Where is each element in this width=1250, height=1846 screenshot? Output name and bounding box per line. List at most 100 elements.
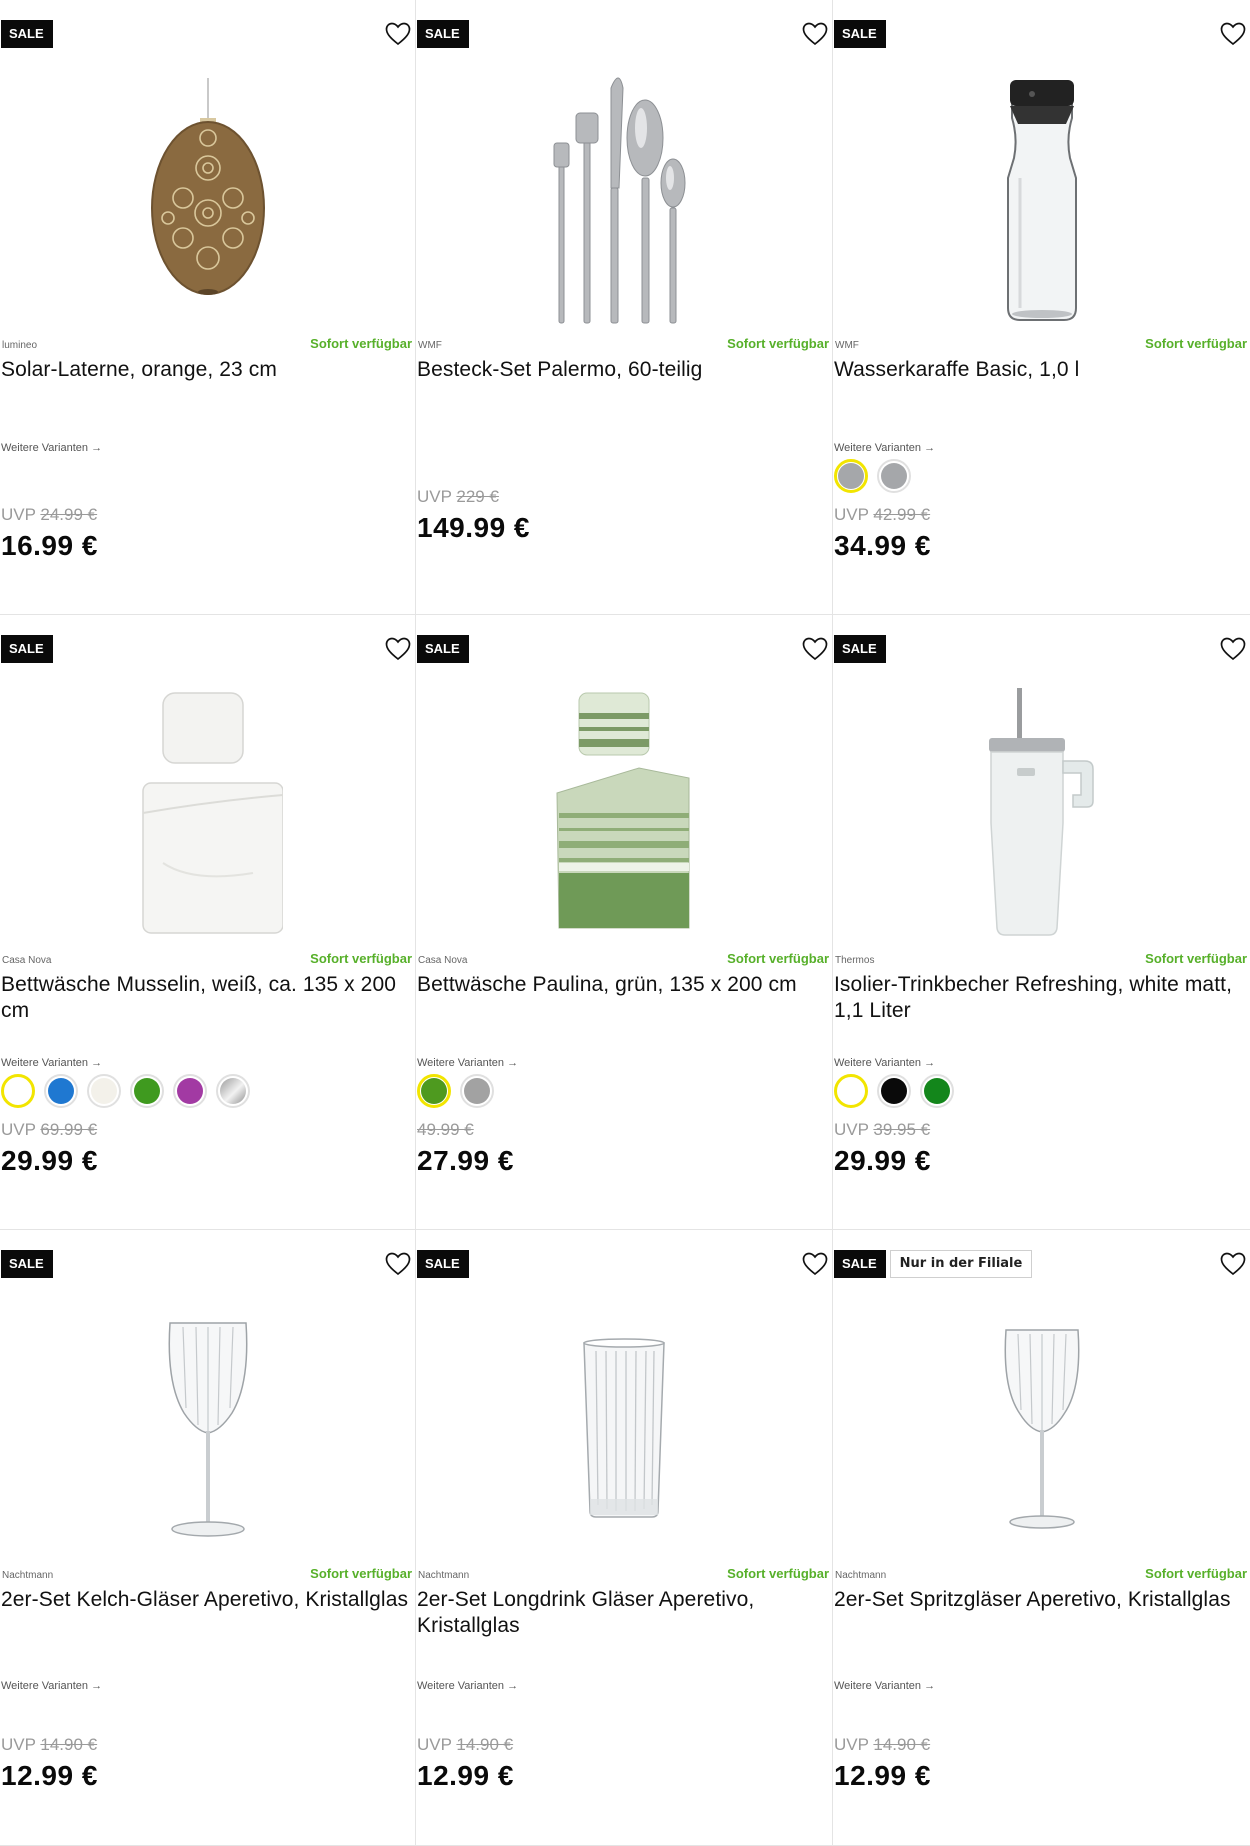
uvp-price: UVP 229 €	[417, 487, 499, 506]
heart-icon[interactable]	[1218, 19, 1248, 49]
color-swatch[interactable]	[877, 459, 911, 493]
availability-label: Sofort verfügbar	[727, 336, 829, 351]
product-title[interactable]: Wasserkaraffe Basic, 1,0 l	[834, 357, 1246, 383]
color-swatch[interactable]	[44, 1074, 78, 1108]
store-only-badge: Nur in der Filiale	[889, 1250, 1033, 1278]
old-price: 42.99 €	[873, 505, 931, 524]
more-variants-link[interactable]: Weitere Varianten →	[417, 1680, 518, 1692]
color-swatch[interactable]	[1, 1074, 35, 1108]
heart-icon[interactable]	[1218, 1249, 1248, 1279]
product-card[interactable]: SALE WMF Sofort verfügbar Wasserkaraffe …	[833, 0, 1250, 615]
product-image[interactable]	[833, 60, 1250, 335]
uvp-price: UVP 69.99 €	[1, 1120, 98, 1139]
color-swatch[interactable]	[417, 1074, 451, 1108]
product-image[interactable]	[0, 675, 415, 950]
uvp-price: UVP 14.90 €	[834, 1735, 931, 1754]
product-title[interactable]: Isolier-Trinkbecher Refreshing, white ma…	[834, 972, 1246, 1024]
heart-icon[interactable]	[800, 634, 830, 664]
brand-label: Nachtmann	[835, 1570, 887, 1581]
product-title[interactable]: Besteck-Set Palermo, 60-teilig	[417, 357, 828, 383]
product-card[interactable]: SALE Nachtmann Sofort verfügbar 2er-Set …	[416, 1230, 833, 1846]
old-price: 49.99 €	[417, 1120, 474, 1139]
color-swatch[interactable]	[130, 1074, 164, 1108]
brand-label: Thermos	[835, 955, 875, 966]
current-price: 12.99 €	[834, 1760, 931, 1791]
brand-label: Casa Nova	[418, 955, 468, 966]
product-title[interactable]: 2er-Set Kelch-Gläser Aperetivo, Kristall…	[1, 1587, 411, 1613]
color-swatches	[417, 1074, 494, 1108]
color-swatch[interactable]	[216, 1074, 250, 1108]
product-card[interactable]: SALE Thermos Sofort verfügbar Isolier-Tr…	[833, 615, 1250, 1230]
sale-badge: SALE	[1, 1250, 53, 1278]
availability-label: Sofort verfügbar	[727, 1566, 829, 1581]
product-image[interactable]	[416, 1290, 832, 1565]
product-card[interactable]: SALE Nur in der Filiale Nachtmann Sofort…	[833, 1230, 1250, 1846]
badges: SALE	[834, 20, 886, 48]
sale-badge: SALE	[1, 20, 53, 48]
more-variants-link[interactable]: Weitere Varianten →	[834, 442, 935, 454]
sale-badge: SALE	[417, 1250, 469, 1278]
product-title[interactable]: Solar-Laterne, orange, 23 cm	[1, 357, 411, 383]
uvp-price: UVP 24.99 €	[1, 505, 98, 524]
color-swatch[interactable]	[173, 1074, 207, 1108]
heart-icon[interactable]	[800, 19, 830, 49]
heart-icon[interactable]	[800, 1249, 830, 1279]
product-image[interactable]	[0, 1290, 415, 1565]
more-variants-link[interactable]: Weitere Varianten →	[1, 1680, 102, 1692]
availability-label: Sofort verfügbar	[1145, 951, 1247, 966]
color-swatch[interactable]	[834, 459, 868, 493]
product-image[interactable]	[833, 675, 1250, 950]
product-title[interactable]: 2er-Set Spritzgläser Aperetivo, Kristall…	[834, 1587, 1246, 1613]
product-image[interactable]	[416, 675, 832, 950]
heart-icon[interactable]	[383, 634, 413, 664]
current-price: 29.99 €	[1, 1145, 98, 1176]
heart-icon[interactable]	[383, 1249, 413, 1279]
sale-badge: SALE	[834, 635, 886, 663]
brand-label: lumineo	[2, 340, 38, 351]
more-variants-link[interactable]: Weitere Varianten →	[1, 1057, 102, 1069]
more-variants-link[interactable]: Weitere Varianten →	[834, 1057, 935, 1069]
product-title[interactable]: Bettwäsche Paulina, grün, 135 x 200 cm	[417, 972, 828, 998]
availability-label: Sofort verfügbar	[727, 951, 829, 966]
sale-badge: SALE	[834, 1250, 886, 1278]
old-price: 24.99 €	[40, 505, 98, 524]
current-price: 27.99 €	[417, 1145, 514, 1176]
more-variants-link[interactable]: Weitere Varianten →	[834, 1680, 935, 1692]
heart-icon[interactable]	[383, 19, 413, 49]
color-swatch[interactable]	[460, 1074, 494, 1108]
uvp-price: UVP 14.90 €	[417, 1735, 514, 1754]
heart-icon[interactable]	[1218, 634, 1248, 664]
color-swatch[interactable]	[87, 1074, 121, 1108]
brand-label: WMF	[835, 340, 859, 351]
uvp-price: 49.99 €	[417, 1120, 474, 1140]
brand-label: Nachtmann	[2, 1570, 54, 1581]
color-swatch[interactable]	[920, 1074, 954, 1108]
current-price: 29.99 €	[834, 1145, 931, 1176]
product-card[interactable]: SALE Casa Nova Sofort verfügbar Bettwäsc…	[0, 615, 416, 1230]
product-image[interactable]	[833, 1290, 1250, 1565]
uvp-price: UVP 42.99 €	[834, 505, 931, 524]
color-swatch[interactable]	[834, 1074, 868, 1108]
availability-label: Sofort verfügbar	[1145, 1566, 1247, 1581]
product-card[interactable]: SALE lumineo Sofort verfügbar Solar-Late…	[0, 0, 416, 615]
product-image[interactable]	[0, 60, 415, 335]
more-variants-link[interactable]: Weitere Varianten →	[417, 1057, 518, 1069]
product-title[interactable]: 2er-Set Longdrink Gläser Aperetivo, Kris…	[417, 1587, 828, 1639]
product-card[interactable]: SALE Casa Nova Sofort verfügbar Bettwäsc…	[416, 615, 833, 1230]
product-title[interactable]: Bettwäsche Musselin, weiß, ca. 135 x 200…	[1, 972, 411, 1024]
old-price: 39.95 €	[873, 1120, 931, 1139]
availability-label: Sofort verfügbar	[310, 336, 412, 351]
current-price: 12.99 €	[1, 1760, 98, 1791]
color-swatch[interactable]	[877, 1074, 911, 1108]
product-image[interactable]	[416, 60, 832, 335]
badges: SALE	[417, 635, 469, 663]
old-price: 229 €	[456, 487, 499, 506]
product-card[interactable]: SALE WMF Sofort verfügbar Besteck-Set Pa…	[416, 0, 833, 615]
badges: SALE	[1, 1250, 53, 1278]
more-variants-link[interactable]: Weitere Varianten →	[1, 442, 102, 454]
brand-label: Nachtmann	[418, 1570, 470, 1581]
sale-badge: SALE	[1, 635, 53, 663]
availability-label: Sofort verfügbar	[310, 1566, 412, 1581]
badges: SALE	[1, 635, 53, 663]
product-card[interactable]: SALE Nachtmann Sofort verfügbar 2er-Set …	[0, 1230, 416, 1846]
